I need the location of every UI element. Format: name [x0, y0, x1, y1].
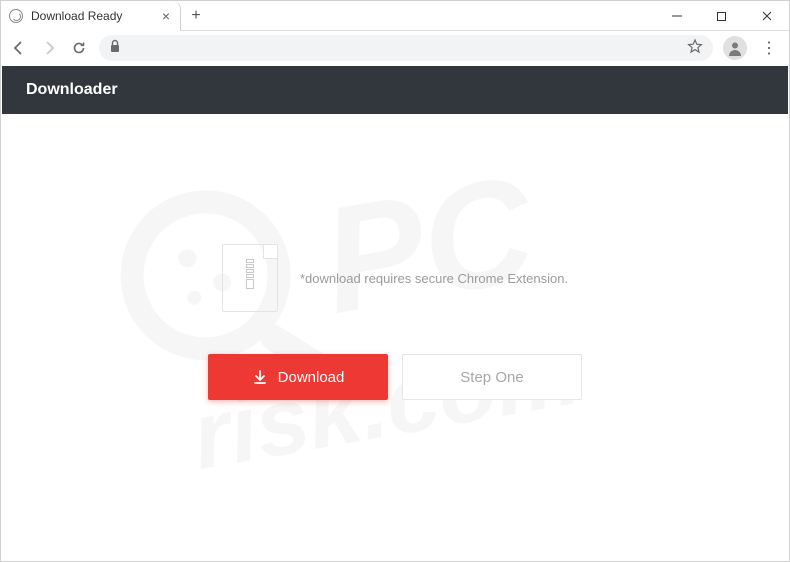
- download-button-label: Download: [278, 369, 345, 386]
- site-title: Downloader: [26, 81, 118, 99]
- window-controls: [654, 1, 789, 30]
- address-bar[interactable]: [99, 35, 713, 61]
- menu-button[interactable]: ⋮: [757, 38, 781, 58]
- download-icon: [252, 369, 268, 385]
- button-row: Download Step One: [208, 354, 582, 400]
- new-tab-button[interactable]: +: [181, 1, 211, 30]
- profile-avatar[interactable]: [723, 36, 747, 60]
- close-tab-button[interactable]: ×: [160, 8, 172, 24]
- bookmark-star-icon[interactable]: [687, 38, 703, 59]
- site-header: Downloader: [2, 66, 788, 114]
- close-window-button[interactable]: [744, 1, 789, 31]
- titlebar: Download Ready × +: [1, 1, 789, 31]
- tab-download-ready[interactable]: Download Ready ×: [1, 1, 181, 31]
- step-one-button[interactable]: Step One: [402, 354, 582, 400]
- toolbar: ⋮: [1, 31, 789, 65]
- tab-title: Download Ready: [31, 9, 152, 23]
- globe-icon: [9, 9, 23, 23]
- address-input[interactable]: [129, 41, 679, 56]
- zip-file-icon: [222, 244, 278, 312]
- maximize-button[interactable]: [699, 1, 744, 31]
- back-button[interactable]: [9, 38, 29, 58]
- lock-icon: [109, 39, 121, 58]
- browser-window: Download Ready × + ⋮: [0, 0, 790, 562]
- page-content: *download requires secure Chrome Extensi…: [2, 114, 788, 400]
- minimize-button[interactable]: [654, 1, 699, 31]
- step-one-label: Step One: [460, 369, 523, 386]
- notice-text: *download requires secure Chrome Extensi…: [300, 271, 568, 286]
- forward-button[interactable]: [39, 38, 59, 58]
- reload-button[interactable]: [69, 38, 89, 58]
- download-button[interactable]: Download: [208, 354, 388, 400]
- notice-row: *download requires secure Chrome Extensi…: [222, 244, 568, 312]
- page-viewport: PC risk.com Downloader *download require…: [2, 66, 788, 560]
